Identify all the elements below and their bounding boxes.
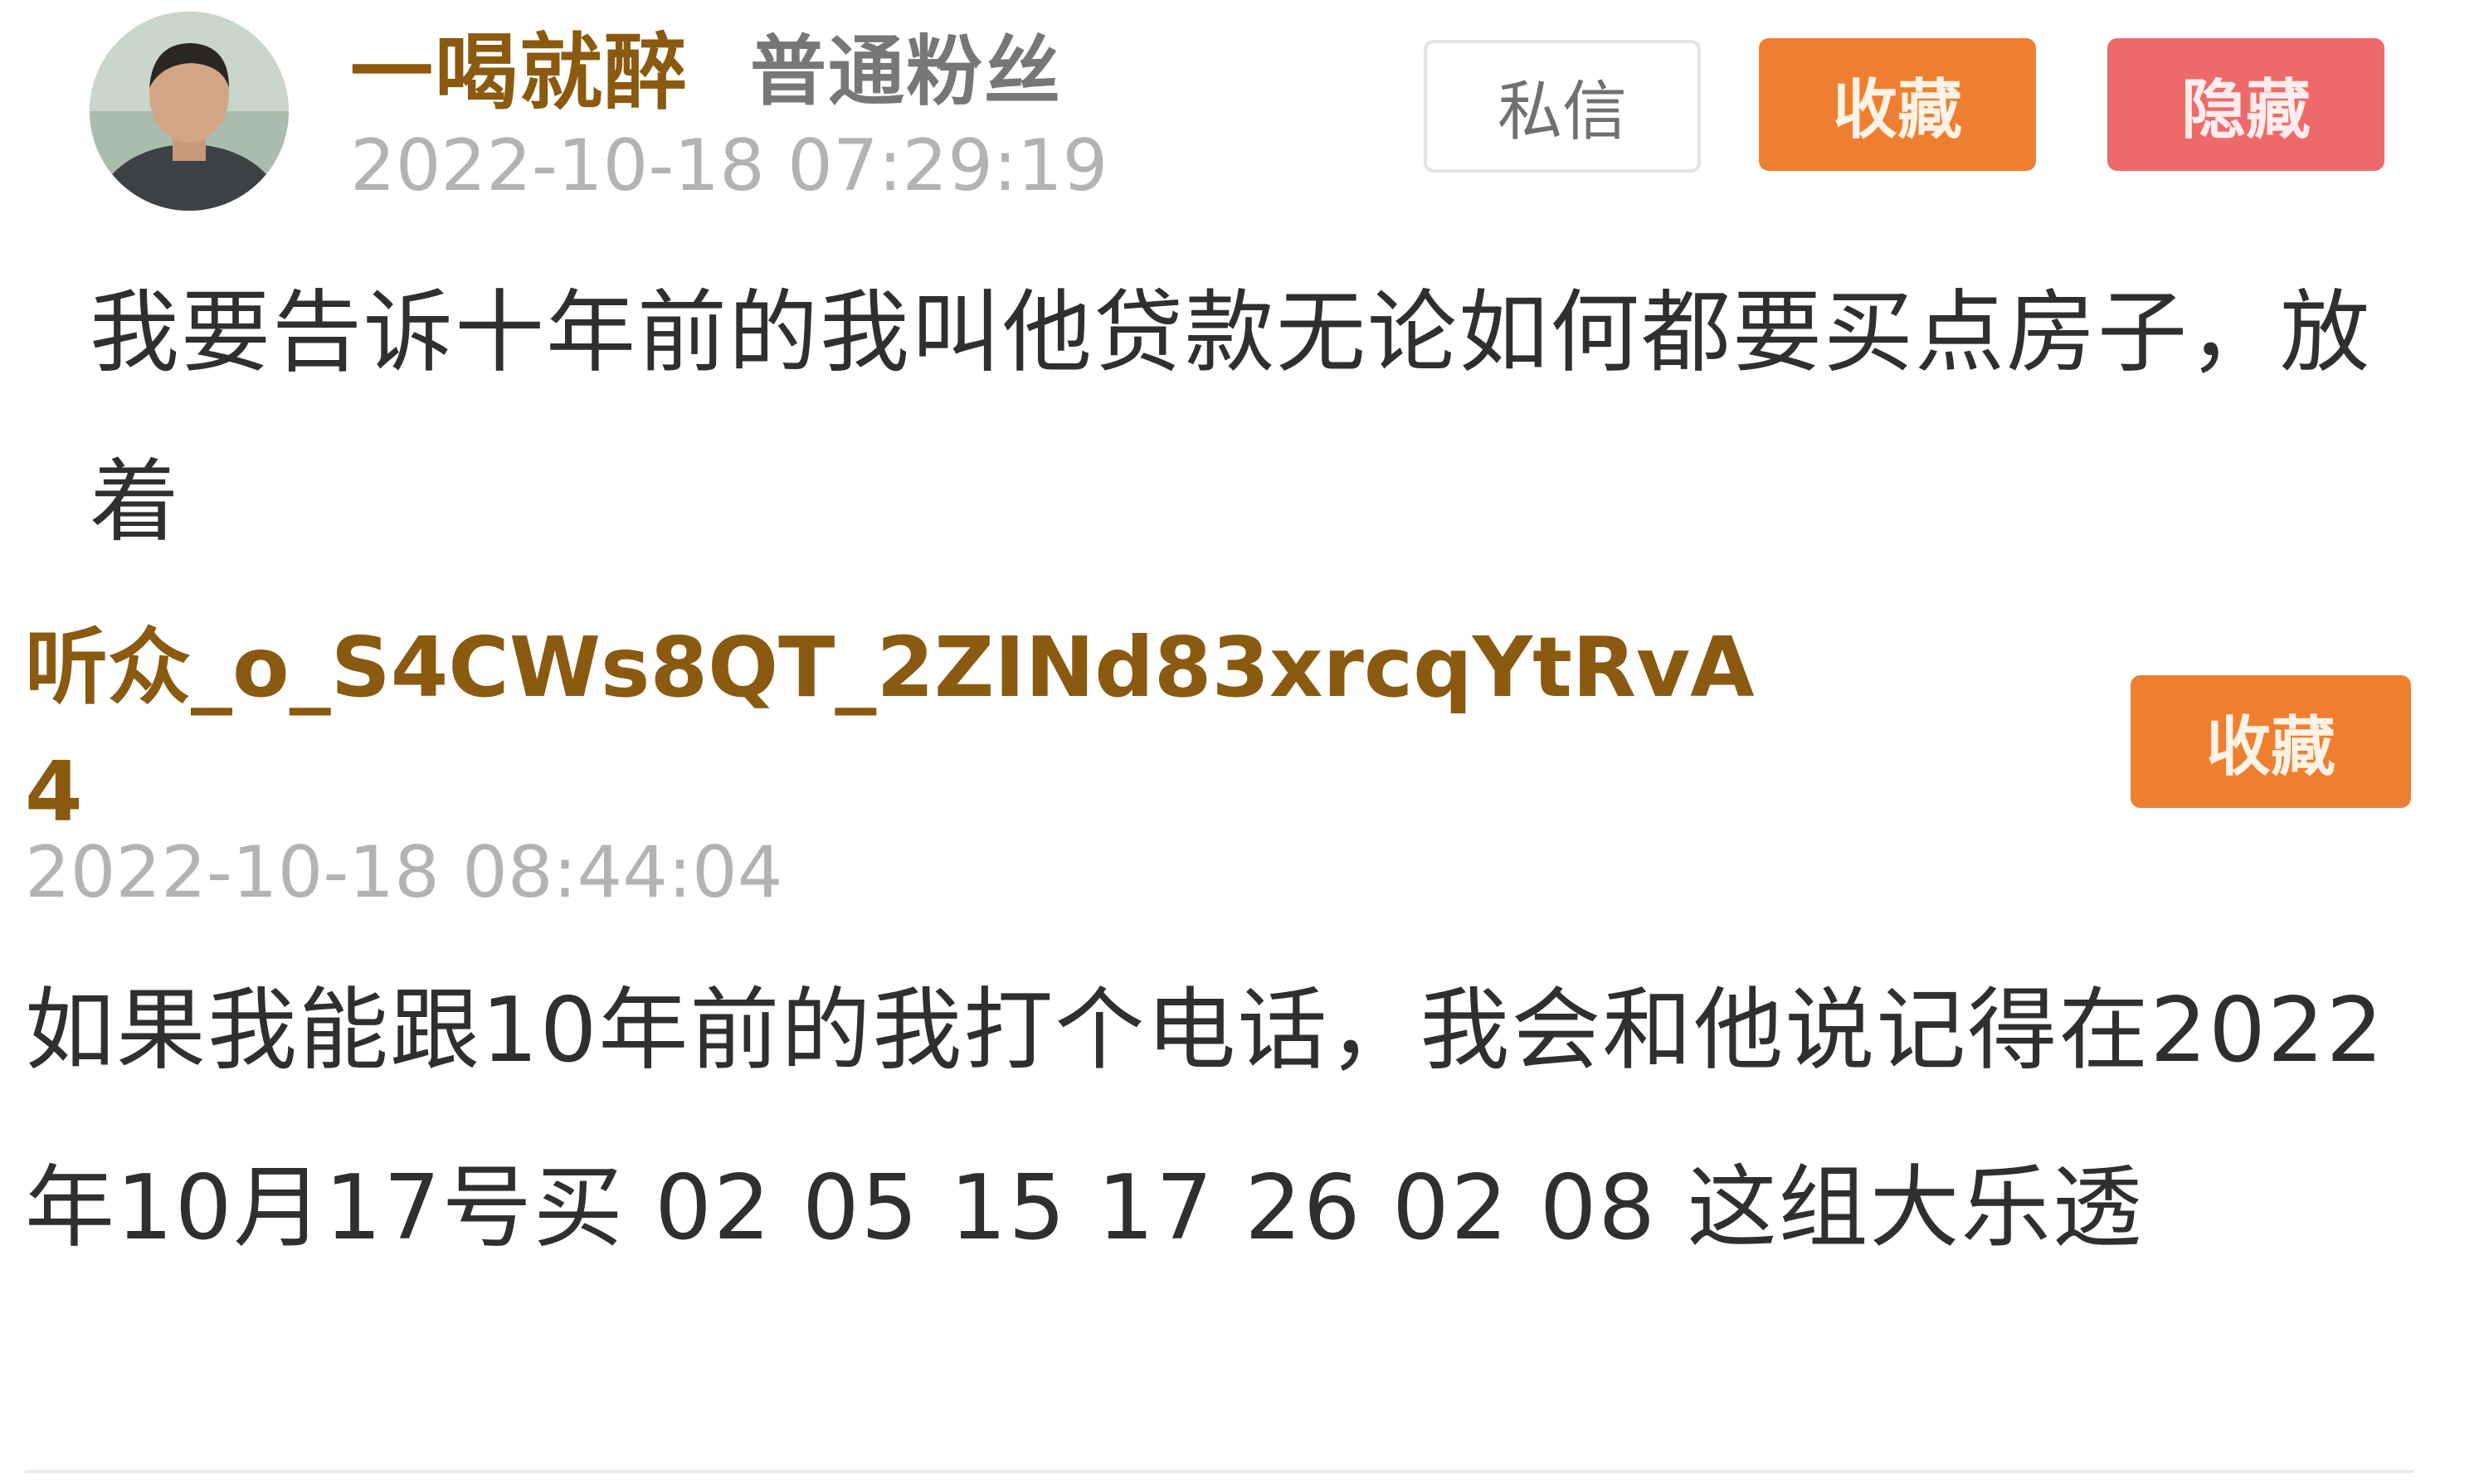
comment-item: 听众_o_S4CWs8QT_2ZINd83xrcqYtRvA4 收藏 2022-… bbox=[0, 572, 2489, 1484]
timestamp: 2022-10-18 08:44:04 bbox=[25, 831, 783, 914]
timestamp: 2022-10-18 07:29:19 bbox=[350, 124, 1108, 207]
user-avatar-icon bbox=[90, 12, 289, 211]
comment-list: 一喝就醉 普通粉丝 2022-10-18 07:29:19 私信 收藏 隐藏 我… bbox=[0, 0, 2489, 1484]
comment-text: 我要告诉十年前的我叫他贷款无论如何都要买点房子，放着 bbox=[90, 281, 2372, 554]
fan-level-badge: 普通粉丝 bbox=[750, 27, 1063, 116]
comment-header: 一喝就醉 普通粉丝 bbox=[350, 15, 1062, 121]
comment-text: 如果我能跟10年前的我打个电话，我会和他说记得在2022年10月17号买 02 … bbox=[25, 979, 2385, 1260]
divider bbox=[25, 1470, 2414, 1473]
username[interactable]: 听众_o_S4CWs8QT_2ZINd83xrcqYtRvA4 bbox=[25, 606, 1767, 854]
favorite-button[interactable]: 收藏 bbox=[2131, 675, 2411, 808]
avatar[interactable] bbox=[90, 12, 289, 211]
username[interactable]: 一喝就醉 bbox=[350, 5, 689, 125]
comment-item: 一喝就醉 普通粉丝 2022-10-18 07:29:19 私信 收藏 隐藏 我… bbox=[0, 0, 2489, 572]
private-message-button[interactable]: 私信 bbox=[1424, 40, 1701, 173]
hide-button[interactable]: 隐藏 bbox=[2107, 38, 2384, 171]
favorite-button[interactable]: 收藏 bbox=[1759, 38, 2036, 171]
